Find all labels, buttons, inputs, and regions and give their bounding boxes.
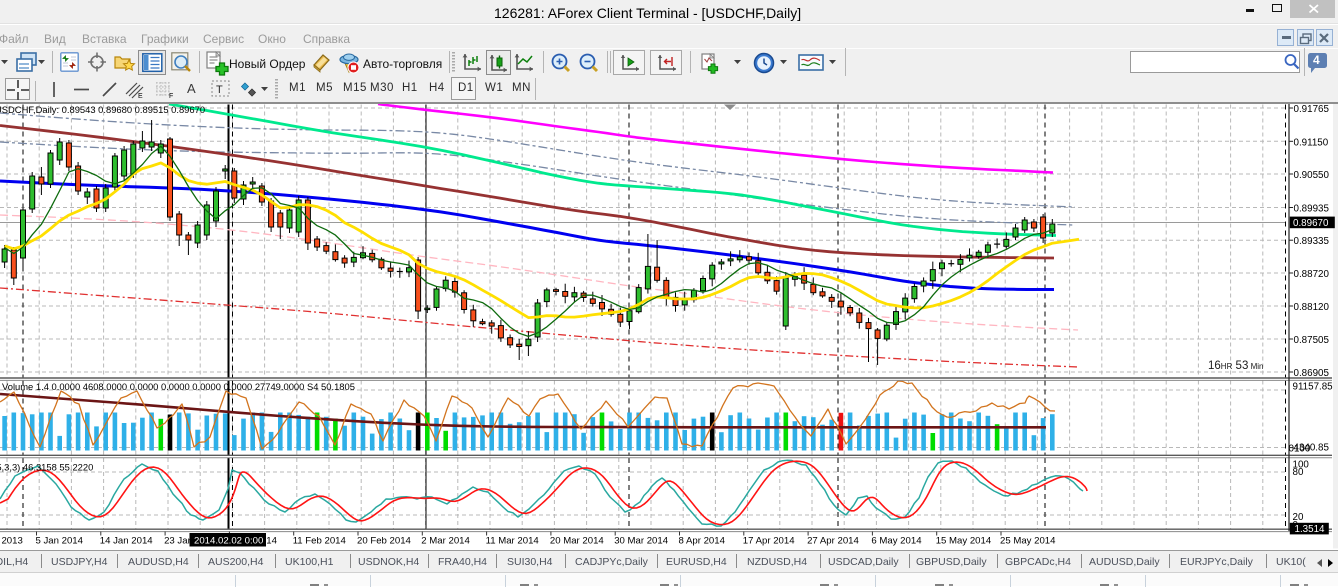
svg-text:4340.85: 4340.85 — [1294, 443, 1330, 454]
svg-text:5 Jan 2014: 5 Jan 2014 — [36, 536, 84, 547]
svg-text:0.89935: 0.89935 — [1294, 204, 1330, 215]
svg-text:c 2013: c 2013 — [0, 536, 23, 547]
svg-text:11 Feb 2014: 11 Feb 2014 — [293, 536, 347, 547]
svg-text:80: 80 — [1293, 467, 1304, 478]
svg-text:0.86905: 0.86905 — [1294, 368, 1330, 379]
svg-text:0.90550: 0.90550 — [1294, 170, 1330, 181]
svg-text:27 Apr 2014: 27 Apr 2014 — [807, 536, 859, 547]
svg-text:20 Feb 2014: 20 Feb 2014 — [357, 536, 412, 547]
svg-text:91157.85: 91157.85 — [1293, 382, 1334, 393]
svg-text:0.91765: 0.91765 — [1294, 104, 1330, 115]
svg-text:2014.02.02 0:00: 2014.02.02 0:00 — [194, 536, 263, 547]
svg-text:0.89335: 0.89335 — [1294, 236, 1330, 247]
svg-text:0.91150: 0.91150 — [1294, 137, 1329, 148]
svg-text:T: T — [216, 84, 223, 96]
svg-text:17 Apr 2014: 17 Apr 2014 — [743, 536, 795, 547]
svg-text:11 Mar 2014: 11 Mar 2014 — [486, 536, 540, 547]
svg-text:16HR 53 Min: 16HR 53 Min — [1208, 360, 1263, 372]
svg-text:2 Mar 2014: 2 Mar 2014 — [421, 536, 470, 547]
svg-text:h(5,3,3) 46.3158 55.2220: h(5,3,3) 46.3158 55.2220 — [0, 462, 93, 473]
svg-text:30 Mar 2014: 30 Mar 2014 — [614, 536, 669, 547]
svg-text:8 Apr 2014: 8 Apr 2014 — [679, 536, 726, 547]
svg-text:14 Jan 2014: 14 Jan 2014 — [100, 536, 153, 547]
svg-text:15 May 2014: 15 May 2014 — [936, 536, 992, 547]
svg-text:0.88120: 0.88120 — [1294, 302, 1330, 313]
svg-text:Volume 1.4 0.0000 4608.0000 0.: Volume 1.4 0.0000 4608.0000 0.0000 0.000… — [2, 381, 355, 392]
svg-text:0.88720: 0.88720 — [1294, 269, 1330, 280]
svg-text:6 May 2014: 6 May 2014 — [871, 536, 922, 547]
svg-text:F: F — [169, 93, 173, 100]
svg-text:0.87505: 0.87505 — [1294, 335, 1330, 346]
svg-text:1.3514: 1.3514 — [1295, 524, 1326, 535]
svg-text:20 Mar 2014: 20 Mar 2014 — [550, 536, 605, 547]
svg-text:25 May 2014: 25 May 2014 — [1000, 536, 1056, 547]
svg-text:0.89670: 0.89670 — [1293, 218, 1329, 229]
svg-text:E: E — [138, 93, 143, 100]
svg-text:USDCHF,Daily: 0.89543 0.89680: USDCHF,Daily: 0.89543 0.89680 0.89515 0.… — [0, 104, 205, 115]
